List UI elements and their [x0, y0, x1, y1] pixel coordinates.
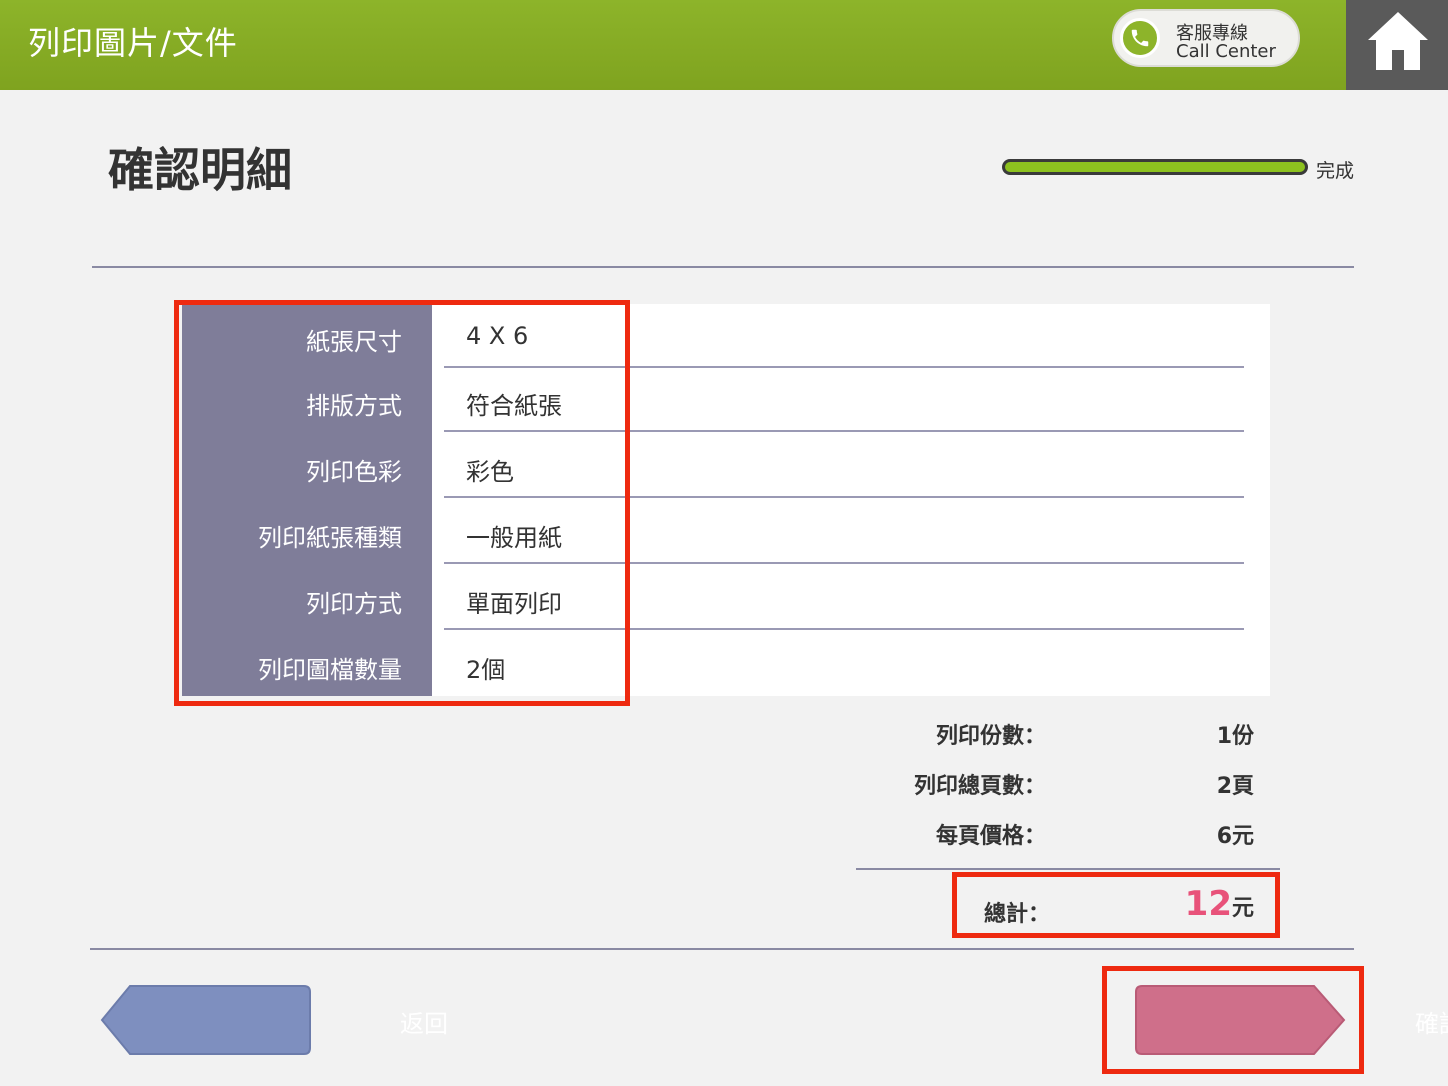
- call-center-sublabel: Call Center: [1176, 41, 1276, 62]
- confirm-button[interactable]: 確認: [1134, 984, 1448, 1056]
- table-row: 紙張尺寸 4 X 6: [182, 304, 1270, 368]
- details-table: 紙張尺寸 4 X 6 排版方式 符合紙張 列印色彩 彩色 列印紙張種類 一般用紙…: [182, 304, 1270, 696]
- bottom-divider: [90, 948, 1354, 950]
- row-label: 紙張尺寸: [306, 328, 402, 356]
- copies-label: 列印份數：: [935, 724, 1046, 749]
- table-row: 列印圖檔數量 2個: [182, 632, 1270, 696]
- price-per-page-label: 每頁價格：: [935, 824, 1046, 849]
- home-icon: [1368, 12, 1428, 70]
- row-label: 列印紙張種類: [258, 524, 402, 552]
- row-label: 列印圖檔數量: [258, 656, 402, 684]
- table-row: 列印方式 單面列印: [182, 566, 1270, 630]
- table-row: 列印色彩 彩色: [182, 434, 1270, 498]
- row-divider: [444, 628, 1244, 630]
- total-unit: 元: [1231, 896, 1254, 921]
- page-title: 確認明細: [108, 143, 292, 197]
- table-row: 列印紙張種類 一般用紙: [182, 500, 1270, 564]
- row-label: 排版方式: [306, 392, 402, 420]
- row-value: 符合紙張: [466, 392, 562, 420]
- row-value: 單面列印: [466, 590, 562, 618]
- progress-fill: [1005, 162, 1305, 172]
- row-divider: [444, 496, 1244, 498]
- back-arrow-shape: [100, 985, 311, 1055]
- row-value: 一般用紙: [466, 524, 562, 552]
- call-center-button[interactable]: 客服專線 Call Center: [1112, 9, 1300, 67]
- row-divider: [444, 430, 1244, 432]
- summary-divider: [856, 868, 1280, 870]
- progress-label: 完成: [1316, 160, 1355, 182]
- total-pages-value: 2頁: [1216, 774, 1254, 799]
- row-value: 2個: [466, 656, 506, 684]
- row-value: 4 X 6: [466, 322, 529, 350]
- total-amount: 12: [1184, 884, 1232, 924]
- phone-icon: [1120, 18, 1160, 58]
- total-pages-label: 列印總頁數：: [913, 774, 1046, 799]
- confirm-arrow-shape: [1135, 985, 1346, 1055]
- top-divider: [92, 266, 1354, 268]
- total-label: 總計：: [984, 902, 1051, 927]
- price-per-page-value: 6元: [1216, 824, 1254, 849]
- header-bar: 列印圖片/文件 客服專線 Call Center: [0, 0, 1346, 90]
- table-row: 排版方式 符合紙張: [182, 368, 1270, 432]
- row-label: 列印色彩: [306, 458, 402, 486]
- home-button[interactable]: [1346, 0, 1448, 90]
- copies-value: 1份: [1216, 724, 1254, 749]
- back-button[interactable]: 返回: [100, 984, 448, 1056]
- confirm-button-label: 確認: [1415, 1010, 1448, 1038]
- row-label: 列印方式: [306, 590, 402, 618]
- app-title: 列印圖片/文件: [28, 24, 238, 62]
- total-value: 12元: [1150, 884, 1254, 924]
- row-value: 彩色: [466, 458, 514, 486]
- progress-bar: [1002, 159, 1308, 175]
- back-button-label: 返回: [400, 1010, 448, 1038]
- row-divider: [444, 562, 1244, 564]
